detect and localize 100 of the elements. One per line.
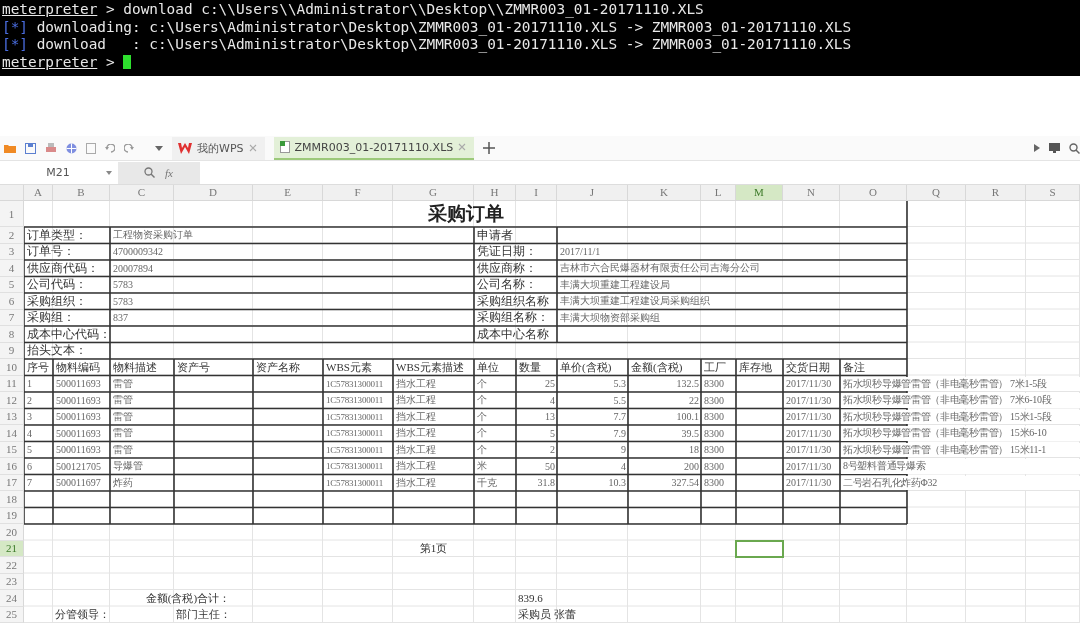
table-cell-text: 2017/11/30 [785,410,833,425]
table-cell-text: 5 [26,443,33,458]
selected-cell[interactable] [735,539,784,558]
column-header-letter[interactable]: A [24,185,53,201]
table-cell-text: 5.5 [612,393,627,408]
print-icon[interactable] [45,142,57,154]
dropdown-icon[interactable] [155,145,163,151]
row-number[interactable]: 4 [0,260,24,277]
column-header-letter[interactable]: F [323,185,393,201]
table-cell-text: 5.3 [612,377,627,392]
column-header: 金额(含税) [630,359,684,375]
row-number[interactable]: 8 [0,326,24,343]
save-icon[interactable] [25,142,36,154]
document-tab[interactable]: ZMMR003_01-20171110.XLS [273,136,475,160]
column-header-letter[interactable]: G [393,185,474,201]
column-header: 单位 [476,359,500,375]
table-cell-text: 4 [620,459,627,474]
sheet-title: 采购订单 [426,202,505,226]
row-number[interactable]: 2 [0,227,24,244]
column-header: 交货日期 [785,359,831,375]
column-header-letter[interactable]: I [516,185,557,201]
row-number[interactable]: 16 [0,458,24,475]
plus-icon[interactable] [483,142,496,154]
table-cell-text: 个 [476,393,488,408]
row-number[interactable]: 18 [0,491,24,508]
table-cell-text: 2 [549,443,556,458]
column-header-letter[interactable]: O [840,185,907,201]
table-cell-text: 8300 [703,426,725,441]
field-label: 采购组织名称 [476,293,550,309]
table-cell-text: 1C57831300011 [325,394,385,408]
column-header-letter[interactable]: L [701,185,736,201]
table-cell-text: 2017/11/30 [785,393,833,408]
redo-icon[interactable] [124,143,134,153]
table-cell-text: 2017/11/30 [785,459,833,474]
table-cell-text: 炸药 [112,475,134,490]
search-icon[interactable] [1069,142,1080,154]
table-cell-text: 9 [620,443,627,458]
close-icon[interactable] [458,143,467,151]
table-cell-text: 7.9 [612,426,627,441]
column-header-letter[interactable]: R [966,185,1026,201]
field-label: 抬头文本： [26,343,88,359]
table-cell-text: 4 [26,426,33,441]
row-number[interactable]: 14 [0,425,24,442]
column-header-letter[interactable]: E [253,185,323,201]
column-header: 单价(含税) [559,359,613,375]
table-cell-text: 1C57831300011 [325,410,385,424]
document-tab[interactable]: 我的WPS [172,136,265,160]
table-cell-text: 1C57831300011 [325,377,385,391]
close-icon[interactable] [248,144,257,152]
terminal-line: meterpreter > [2,53,132,72]
row-number[interactable]: 20 [0,524,24,541]
table-cell-text: 2017/11/30 [785,377,833,392]
arrow-icon[interactable] [1034,144,1040,152]
row-number[interactable]: 6 [0,293,24,310]
table-cell-text: 100.1 [675,410,700,425]
column-header-letter[interactable]: Q [907,185,966,201]
signature-label: 分管领导： [54,607,111,623]
table-cell-text: 10.3 [607,476,627,491]
table-cell-text: 1 [26,377,33,392]
monitor-icon[interactable] [1049,143,1060,153]
dropdown-icon[interactable] [106,170,112,175]
table-cell-text: 个 [476,376,488,391]
column-header-letter[interactable]: D [174,185,253,201]
table-cell-text: 7 [26,476,33,491]
field-label: 成本中心代码： [26,326,110,342]
field-value: 5783 [112,278,134,293]
column-header-letter[interactable]: C [110,185,174,201]
table-cell-text: 雷管 [112,426,134,441]
terminal-line: [*] downloading: c:\Users\Administrator\Desktop\ZMMR003_01-20171110.XLS -> ZMMR003_01-20171110.XLS [2,18,852,37]
field-value: 丰满大坝物资部采购组 [559,310,661,325]
table-cell-text: 挡水工程 [395,409,437,424]
column-header-letter[interactable]: B [53,185,110,201]
page-icon[interactable] [86,142,96,154]
column-header-letter[interactable]: M [736,185,783,201]
row-number[interactable]: 22 [0,557,24,574]
zoom-icon[interactable] [144,167,155,178]
undo-icon[interactable] [105,143,115,153]
column-header-letter[interactable]: J [557,185,628,201]
row-number[interactable]: 12 [0,392,24,409]
function-button[interactable]: fx [165,166,173,179]
table-cell-text: 8300 [703,377,725,392]
column-header-letter[interactable]: H [474,185,516,201]
remark-text: 拓水坝秒导爆管雷管（非电毫秒雷管） 15米6-10 [841,426,1080,441]
column-header: 库存地 [738,359,773,375]
remark-text: 拓水坝秒导爆管雷管（非电毫秒雷管） 7米6-10段 [841,393,1080,408]
field-value: 吉林市六合民爆器材有限责任公司吉海分公司 [559,261,761,276]
column-header-letter[interactable]: K [628,185,701,201]
column-header-letter[interactable]: S [1026,185,1080,201]
table-cell-text: 导爆管 [112,459,144,474]
field-value: 丰满大坝重建工程建设局 [559,277,671,292]
row-number[interactable]: 24 [0,590,24,607]
row-number[interactable]: 1 [0,201,24,227]
table-cell-text: 8300 [703,410,725,425]
cell-reference-field[interactable]: M21 [0,163,106,182]
table-cell-text: 雷管 [112,409,134,424]
row-number[interactable]: 10 [0,359,24,376]
field-label: 成本中心名称 [476,326,550,342]
table-cell-text: 8300 [703,443,725,458]
folder-icon[interactable] [4,143,16,153]
column-header-letter[interactable]: N [783,185,840,201]
